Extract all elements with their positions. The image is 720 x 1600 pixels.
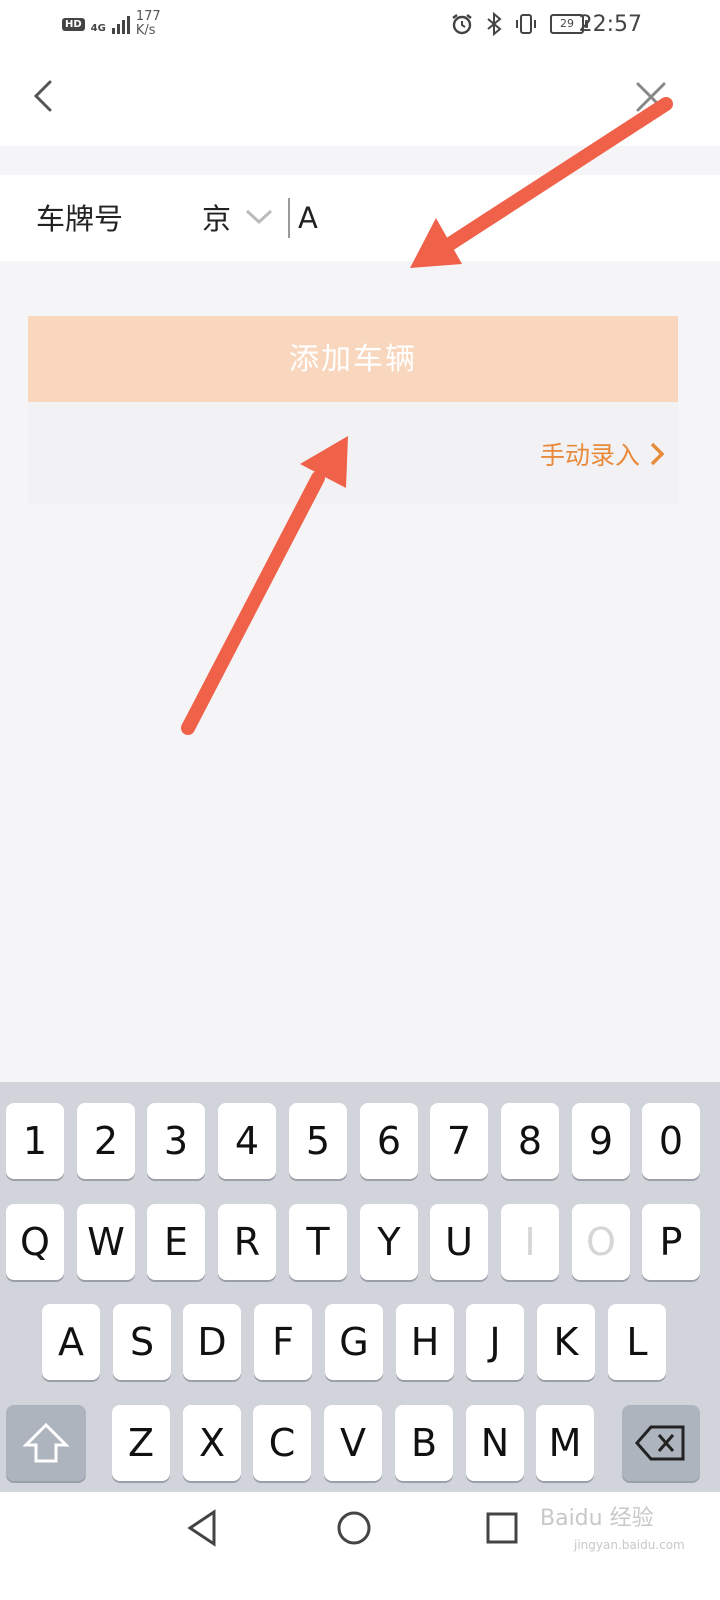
close-icon[interactable]: [628, 74, 674, 120]
status-left: HD 4G 177 K/s: [62, 10, 161, 38]
key-3[interactable]: 3: [147, 1103, 205, 1179]
network-speed: 177 K/s: [136, 10, 161, 38]
signal-group: 4G: [91, 14, 130, 34]
backspace-key[interactable]: [622, 1405, 700, 1481]
key-e[interactable]: E: [147, 1204, 205, 1280]
key-t[interactable]: T: [289, 1204, 347, 1280]
key-5[interactable]: 5: [289, 1103, 347, 1179]
key-j[interactable]: J: [466, 1304, 524, 1380]
key-w[interactable]: W: [77, 1204, 135, 1280]
key-m[interactable]: M: [536, 1405, 594, 1481]
status-clock: 22:57: [578, 12, 642, 37]
key-x[interactable]: X: [183, 1405, 241, 1481]
signal-icon: [111, 14, 130, 34]
chevron-down-icon[interactable]: [244, 204, 274, 228]
key-v[interactable]: V: [324, 1405, 382, 1481]
vibrate-icon: [516, 14, 536, 34]
shift-icon: [22, 1422, 70, 1463]
network-speed-value: 177: [135, 9, 161, 24]
key-l[interactable]: L: [608, 1304, 666, 1380]
key-s[interactable]: S: [113, 1304, 171, 1380]
key-9[interactable]: 9: [572, 1103, 630, 1179]
backspace-icon: [635, 1425, 685, 1461]
nav-recents-icon[interactable]: [484, 1508, 520, 1548]
key-y[interactable]: Y: [360, 1204, 418, 1280]
key-1[interactable]: 1: [6, 1103, 64, 1179]
manual-entry-link[interactable]: 手动录入: [540, 436, 666, 472]
key-q[interactable]: Q: [6, 1204, 64, 1280]
key-r[interactable]: R: [218, 1204, 276, 1280]
back-icon[interactable]: [24, 76, 64, 116]
watermark: Baidu 经验: [540, 1506, 654, 1531]
key-0[interactable]: 0: [642, 1103, 700, 1179]
key-g[interactable]: G: [325, 1304, 383, 1380]
watermark-url: jingyan.baidu.com: [574, 1538, 685, 1552]
key-b[interactable]: B: [395, 1405, 453, 1481]
key-u[interactable]: U: [430, 1204, 488, 1280]
chevron-right-icon: [650, 442, 665, 466]
key-c[interactable]: C: [253, 1405, 311, 1481]
network-type: 4G: [90, 23, 106, 34]
nav-back-icon[interactable]: [184, 1508, 220, 1548]
top-nav: [0, 50, 720, 146]
shift-key[interactable]: [6, 1405, 86, 1481]
key-8[interactable]: 8: [501, 1103, 559, 1179]
hd-icon: HD: [62, 17, 85, 31]
key-o: O: [572, 1204, 630, 1280]
key-k[interactable]: K: [537, 1304, 595, 1380]
key-h[interactable]: H: [396, 1304, 454, 1380]
key-p[interactable]: P: [642, 1204, 700, 1280]
key-4[interactable]: 4: [218, 1103, 276, 1179]
key-2[interactable]: 2: [77, 1103, 135, 1179]
key-6[interactable]: 6: [360, 1103, 418, 1179]
province-selector[interactable]: 京: [202, 196, 231, 238]
key-7[interactable]: 7: [430, 1103, 488, 1179]
add-vehicle-button[interactable]: 添加车辆: [28, 316, 678, 402]
network-speed-unit: K/s: [135, 23, 156, 38]
key-z[interactable]: Z: [112, 1405, 170, 1481]
key-f[interactable]: F: [254, 1304, 312, 1380]
key-n[interactable]: N: [466, 1405, 524, 1481]
plate-label: 车牌号: [36, 202, 124, 236]
key-d[interactable]: D: [183, 1304, 241, 1380]
nav-home-icon[interactable]: [334, 1508, 374, 1548]
plate-number-input[interactable]: [288, 198, 678, 238]
bluetooth-icon: [487, 12, 502, 36]
alarm-icon: [452, 14, 472, 35]
status-right: 29: [450, 12, 588, 36]
manual-entry-label: 手动录入: [540, 441, 641, 470]
key-a[interactable]: A: [42, 1304, 100, 1380]
key-i: I: [501, 1204, 559, 1280]
